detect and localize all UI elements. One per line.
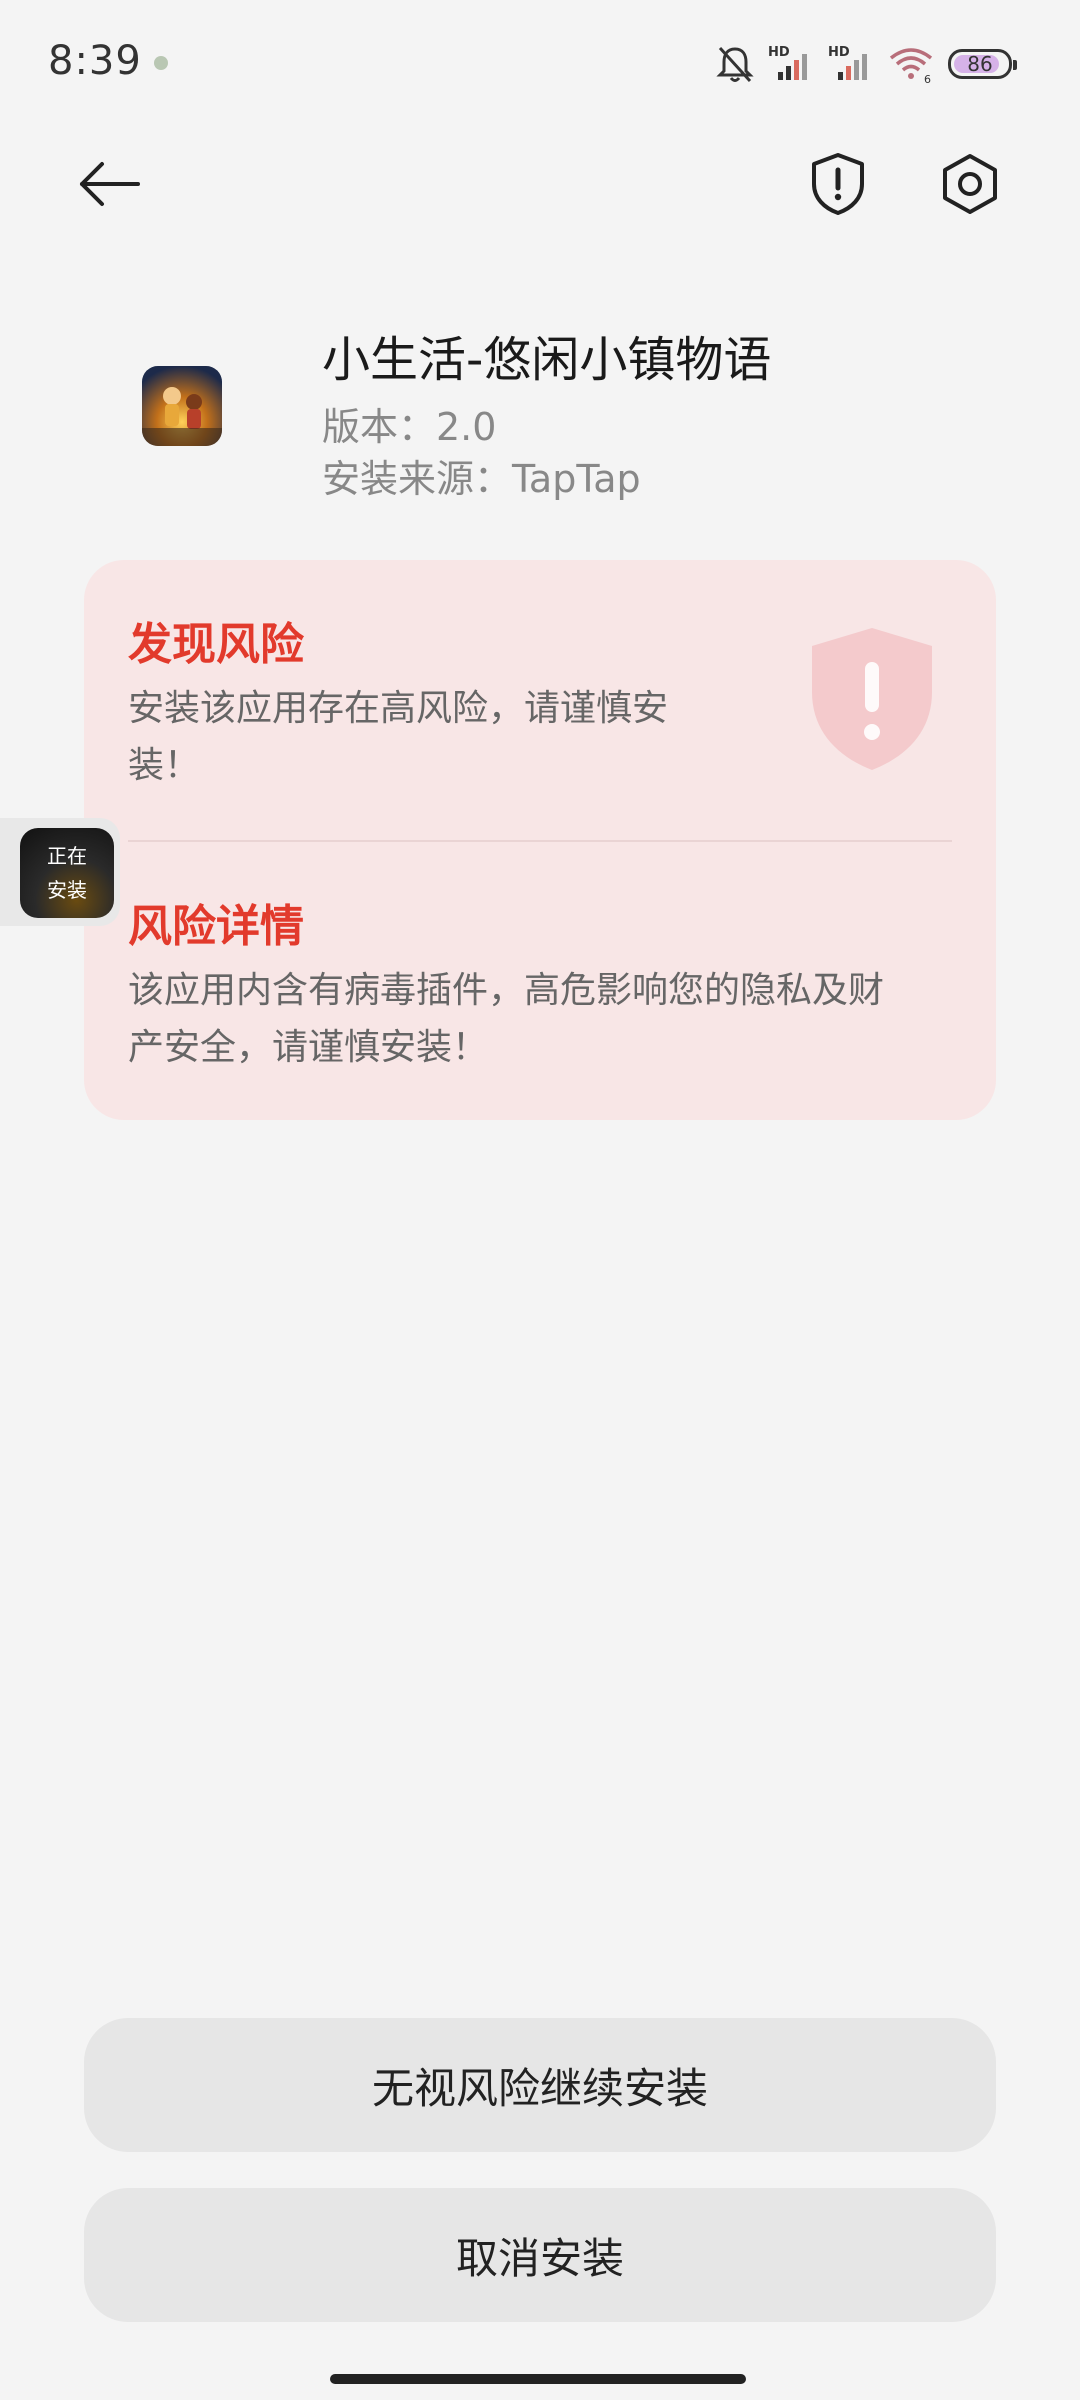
app-icon (142, 366, 222, 446)
security-check-button[interactable] (800, 146, 876, 222)
svg-text:HD: HD (768, 45, 790, 60)
installing-label-line-2: 安装 (47, 878, 87, 902)
risk-detail-line-2: 产安全，请谨慎安装！ (128, 1027, 489, 1068)
wifi-icon: 6 (889, 48, 933, 84)
arrow-left-icon (80, 162, 140, 206)
status-icons: HD HD 6 86 (716, 40, 1017, 88)
svg-text:HD: HD (828, 45, 850, 60)
installing-indicator: 正在 安装 (20, 828, 114, 918)
risk-detail-title: 风险详情 (128, 901, 304, 952)
battery-icon: 86 (948, 49, 1017, 79)
shield-alert-icon (812, 153, 864, 215)
cancel-install-button[interactable]: 取消安装 (84, 2188, 996, 2322)
risk-found-line-1: 安装该应用存在高风险，请谨慎安 (128, 688, 669, 729)
installing-label-line-1: 正在 (47, 844, 87, 868)
risk-found-line-2: 装！ (128, 745, 201, 786)
gear-icon (943, 154, 997, 214)
shield-warning-icon (812, 628, 932, 770)
floating-install-chip[interactable]: 正在 安装 (0, 818, 120, 926)
hd-signal-icon: HD (828, 45, 867, 80)
settings-button[interactable] (932, 146, 1008, 222)
battery-level: 86 (967, 52, 993, 76)
status-bar: 8:39 HD HD 6 86 (0, 0, 1080, 120)
status-time: 8:39 (48, 38, 142, 84)
back-button[interactable] (72, 146, 148, 222)
svg-text:6: 6 (924, 73, 931, 84)
app-version: 版本：2.0 (322, 405, 497, 449)
bell-muted-icon (716, 46, 754, 83)
home-indicator[interactable] (330, 2374, 746, 2384)
app-install-source: 安装来源：TapTap (322, 457, 641, 501)
card-divider (128, 840, 952, 842)
app-name: 小生活-悠闲小镇物语 (322, 332, 772, 388)
risk-warning-card: 发现风险 安装该应用存在高风险，请谨慎安 装！ 风险详情 该应用内含有病毒插件，… (84, 560, 996, 1120)
ignore-risk-install-button[interactable]: 无视风险继续安装 (84, 2018, 996, 2152)
risk-found-title: 发现风险 (128, 619, 304, 670)
risk-detail-line-1: 该应用内含有病毒插件，高危影响您的隐私及财 (128, 970, 885, 1011)
hd-signal-icon: HD (768, 45, 807, 80)
notification-icon (154, 56, 168, 70)
game-app-icon (142, 366, 222, 446)
